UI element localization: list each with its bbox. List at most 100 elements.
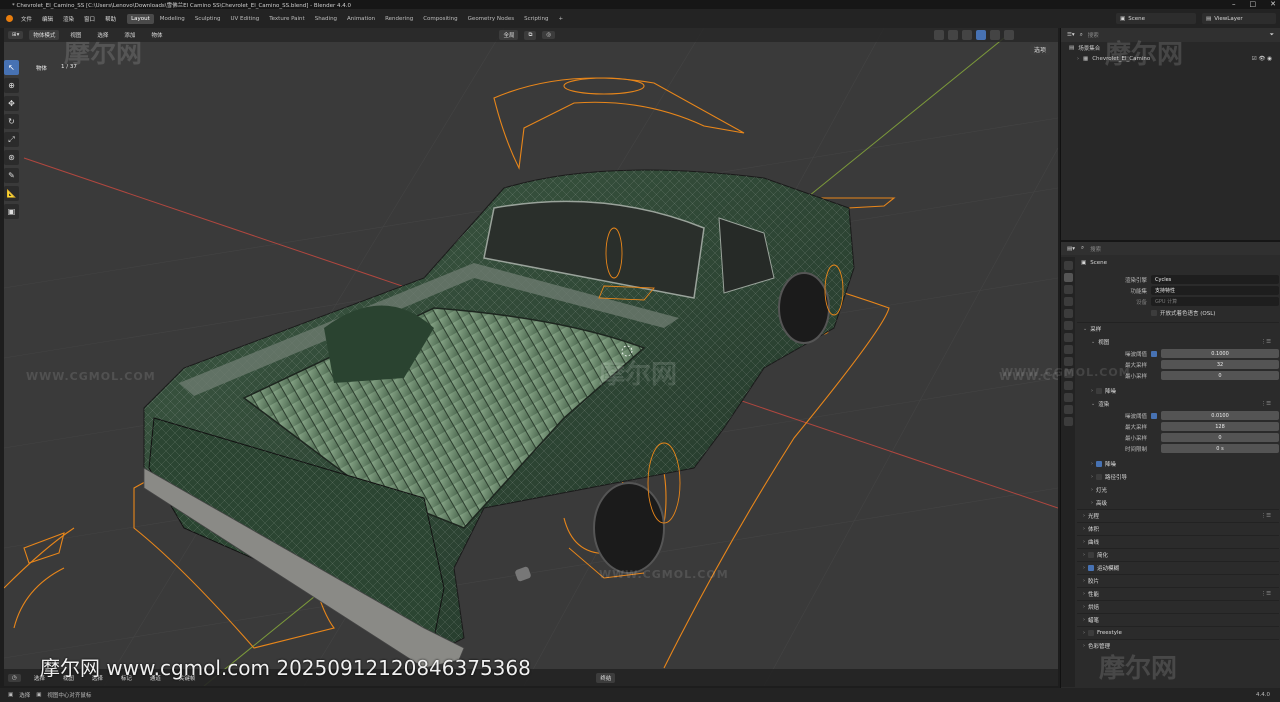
maximize-button[interactable]: □ xyxy=(1250,0,1257,8)
minimize-button[interactable]: – xyxy=(1232,0,1236,8)
tab-scripting[interactable]: Scripting xyxy=(520,14,552,24)
r-max-samples-field[interactable]: 128 xyxy=(1161,422,1279,431)
proportional-edit-icon[interactable]: ◎ xyxy=(542,31,556,39)
render-engine-dropdown[interactable]: Cycles xyxy=(1151,275,1279,284)
menu-edit[interactable]: 编辑 xyxy=(37,15,58,23)
modifier-tab-icon[interactable] xyxy=(1063,357,1073,366)
film-panel[interactable]: › 胶片 xyxy=(1077,574,1279,587)
collection-tab-icon[interactable] xyxy=(1063,333,1073,342)
timeline-editor-icon[interactable]: ◷ xyxy=(8,673,21,682)
list-icon[interactable]: ⋮☰ xyxy=(1261,513,1271,519)
curves-panel[interactable]: › 曲线 xyxy=(1077,535,1279,548)
menu-view[interactable]: 视图 xyxy=(65,31,86,39)
r-noise-threshold-field[interactable]: 0.0100 xyxy=(1161,411,1279,420)
mode-selector[interactable]: 物体模式 xyxy=(29,30,60,40)
scene-selector[interactable]: ▣ Scene xyxy=(1116,13,1196,24)
menu-add[interactable]: 添加 xyxy=(119,31,140,39)
motion-blur-panel[interactable]: › 运动模糊 xyxy=(1077,561,1279,574)
end-frame-field[interactable]: 终结 xyxy=(596,672,616,683)
r-denoise-subpanel[interactable]: › 降噪 xyxy=(1077,457,1279,470)
lights-subpanel[interactable]: › 灯光 xyxy=(1077,483,1279,496)
add-cube-tool-icon[interactable]: ▣ xyxy=(4,204,19,219)
select-tool-icon[interactable]: ↖ xyxy=(4,60,19,75)
tab-modeling[interactable]: Modeling xyxy=(156,14,189,24)
object-tab-icon[interactable] xyxy=(1063,345,1073,354)
cursor-tool-icon[interactable]: ⊕ xyxy=(4,78,19,93)
solid-shading-icon[interactable] xyxy=(976,30,986,40)
close-button[interactable]: ✕ xyxy=(1270,0,1276,8)
texture-tab-icon[interactable] xyxy=(1063,417,1073,426)
list-icon[interactable]: ⋮☰ xyxy=(1261,339,1271,345)
vp-max-samples-field[interactable]: 32 xyxy=(1161,360,1279,369)
visibility-eye-icon[interactable]: ☑ 👁 ◉ xyxy=(1252,56,1272,62)
annotate-tool-icon[interactable]: ✎ xyxy=(4,168,19,183)
menu-file[interactable]: 文件 xyxy=(16,15,37,23)
tab-uv-editing[interactable]: UV Editing xyxy=(227,14,264,24)
tab-compositing[interactable]: Compositing xyxy=(419,14,461,24)
device-dropdown[interactable]: GPU 计算 xyxy=(1151,297,1279,306)
overlay-icon[interactable] xyxy=(934,30,944,40)
constraints-tab-icon[interactable] xyxy=(1063,393,1073,402)
view-layer-selector[interactable]: ▤ ViewLayer xyxy=(1202,13,1276,24)
tab-texture-paint[interactable]: Texture Paint xyxy=(265,14,309,24)
light-paths-panel[interactable]: › 光程 ⋮☰ xyxy=(1077,509,1279,522)
freestyle-panel[interactable]: › Freestyle xyxy=(1077,626,1279,639)
properties-search-input[interactable]: 搜索 xyxy=(1090,245,1101,253)
vp-min-samples-field[interactable]: 0 xyxy=(1161,371,1279,380)
scene-tab-icon[interactable] xyxy=(1063,309,1073,318)
vp-noise-threshold-checkbox[interactable] xyxy=(1151,350,1157,357)
scale-tool-icon[interactable]: ⤢ xyxy=(4,132,19,147)
path-guiding-subpanel[interactable]: › 路径引导 xyxy=(1077,470,1279,483)
options-button[interactable]: 选项 xyxy=(1030,44,1051,55)
tab-layout[interactable]: Layout xyxy=(127,13,154,24)
xray-icon[interactable] xyxy=(948,30,958,40)
menu-window[interactable]: 窗口 xyxy=(79,15,100,23)
r-min-samples-field[interactable]: 0 xyxy=(1161,433,1279,442)
simplify-panel[interactable]: › 简化 xyxy=(1077,548,1279,561)
performance-panel[interactable]: › 性能 ⋮☰ xyxy=(1077,587,1279,600)
render-subpanel[interactable]: ⌄ 渲染 ⋮☰ xyxy=(1077,397,1279,410)
volumes-panel[interactable]: › 体积 xyxy=(1077,522,1279,535)
view-layer-tab-icon[interactable] xyxy=(1063,297,1073,306)
menu-render[interactable]: 渲染 xyxy=(58,15,79,23)
move-tool-icon[interactable]: ✥ xyxy=(4,96,19,111)
measure-tool-icon[interactable]: 📐 xyxy=(4,186,19,201)
list-icon[interactable]: ⋮☰ xyxy=(1261,591,1271,597)
list-icon[interactable]: ⋮☰ xyxy=(1261,401,1271,407)
tab-geometry-nodes[interactable]: Geometry Nodes xyxy=(464,14,518,24)
3d-viewport[interactable]: 摩尔网 摩尔网 WWW.CGMOL.COM WWW.CGMOL.COM WWW.… xyxy=(4,28,1058,686)
tab-shading[interactable]: Shading xyxy=(311,14,341,24)
render-tab-icon[interactable] xyxy=(1063,273,1073,282)
sampling-panel[interactable]: ⌄ 采样 xyxy=(1077,322,1279,335)
viewport-subpanel[interactable]: ⌄ 视图 ⋮☰ xyxy=(1077,335,1279,348)
filter-icon[interactable]: ⏷ xyxy=(1270,32,1274,39)
tab-animation[interactable]: Animation xyxy=(343,14,379,24)
snap-icon[interactable]: ⧉ xyxy=(524,30,537,40)
data-tab-icon[interactable] xyxy=(1063,405,1073,414)
vp-noise-threshold-field[interactable]: 0.1000 xyxy=(1161,349,1279,358)
rotate-tool-icon[interactable]: ↻ xyxy=(4,114,19,129)
menu-help[interactable]: 帮助 xyxy=(100,15,121,23)
material-shading-icon[interactable] xyxy=(990,30,1000,40)
transform-tool-icon[interactable]: ⊛ xyxy=(4,150,19,165)
rendered-shading-icon[interactable] xyxy=(1004,30,1014,40)
bake-panel[interactable]: › 烘焙 xyxy=(1077,600,1279,613)
wireframe-shading-icon[interactable] xyxy=(962,30,972,40)
chevron-right-icon[interactable]: › xyxy=(1077,56,1079,62)
feature-set-dropdown[interactable]: 支持特性 xyxy=(1151,286,1279,295)
tab-rendering[interactable]: Rendering xyxy=(381,14,417,24)
grease-pencil-panel[interactable]: › 蜡笔 xyxy=(1077,613,1279,626)
blender-logo-icon[interactable] xyxy=(6,15,13,22)
vp-denoise-subpanel[interactable]: › 降噪 xyxy=(1077,384,1279,397)
outliner-editor-icon[interactable]: ☰▾ xyxy=(1067,32,1075,38)
physics-tab-icon[interactable] xyxy=(1063,381,1073,390)
add-workspace-button[interactable]: + xyxy=(555,14,568,24)
output-tab-icon[interactable] xyxy=(1063,285,1073,294)
tab-sculpting[interactable]: Sculpting xyxy=(191,14,225,24)
r-noise-threshold-checkbox[interactable] xyxy=(1151,412,1157,419)
time-limit-field[interactable]: 0 s xyxy=(1161,444,1279,453)
transform-orientation[interactable]: 全局 xyxy=(499,30,519,40)
menu-select[interactable]: 选择 xyxy=(92,31,113,39)
world-tab-icon[interactable] xyxy=(1063,321,1073,330)
advanced-subpanel[interactable]: › 高级 xyxy=(1077,496,1279,509)
